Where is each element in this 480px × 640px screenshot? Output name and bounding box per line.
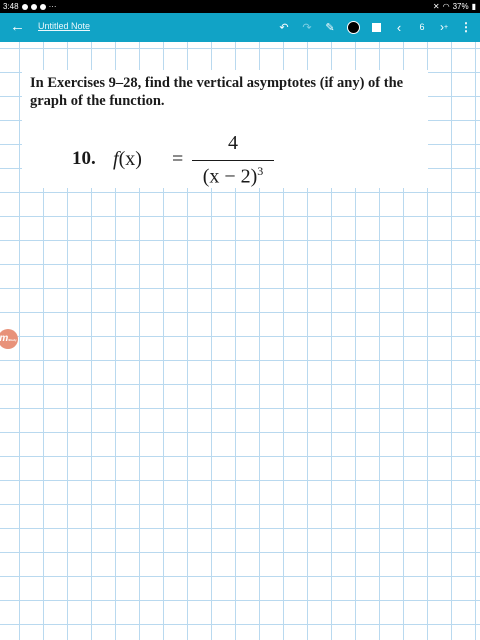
status-bar: 3:48 ··· ✕ ◠ 37% ▮ <box>0 0 480 13</box>
notification-icon <box>21 3 28 10</box>
numerator: 4 <box>228 132 238 154</box>
function-fraction: 4 (x − 2)3 <box>192 132 274 192</box>
clock: 3:48 <box>3 2 19 11</box>
page-number[interactable]: 6 <box>414 19 430 35</box>
more-notifications: ··· <box>48 2 57 11</box>
note-title[interactable]: Untitled Note <box>38 21 90 31</box>
battery-level: 37% <box>452 2 469 11</box>
message-icon <box>30 3 37 10</box>
exercise-number: 10. <box>72 148 96 169</box>
function-lhs: f(x) <box>113 148 142 171</box>
toolbar: ← Untitled Note ↶ ↷ ✎ ‹ 6 › + ⋮ <box>0 13 480 42</box>
equals-sign: = <box>172 148 184 170</box>
mute-icon: ✕ <box>432 2 440 11</box>
image-icon[interactable] <box>368 19 384 35</box>
previous-page-icon[interactable]: ‹ <box>391 19 407 35</box>
badge-sublabel: Study <box>8 338 17 342</box>
denominator-base: (x − 2) <box>202 165 258 188</box>
exercise-instruction: In Exercises 9–28, find the vertical asy… <box>30 75 404 109</box>
app-notification-icon <box>39 3 46 10</box>
battery-icon: ▮ <box>471 2 476 11</box>
wifi-icon: ◠ <box>442 2 450 11</box>
more-options-icon[interactable]: ⋮ <box>458 19 474 35</box>
undo-icon[interactable]: ↶ <box>276 19 292 35</box>
function-args: (x) <box>118 148 142 170</box>
color-dot-icon[interactable] <box>345 19 361 35</box>
pen-icon[interactable]: ✎ <box>322 19 338 35</box>
add-page-icon[interactable]: › + <box>436 19 452 35</box>
fraction-bar <box>192 160 274 161</box>
denominator-exponent: 3 <box>257 164 264 178</box>
redo-icon[interactable]: ↷ <box>299 19 315 35</box>
denominator: (x − 2)3 <box>192 164 274 189</box>
back-arrow-icon[interactable]: ← <box>10 18 25 36</box>
pasted-textbook-excerpt[interactable]: In Exercises 9–28, find the vertical asy… <box>22 70 428 188</box>
